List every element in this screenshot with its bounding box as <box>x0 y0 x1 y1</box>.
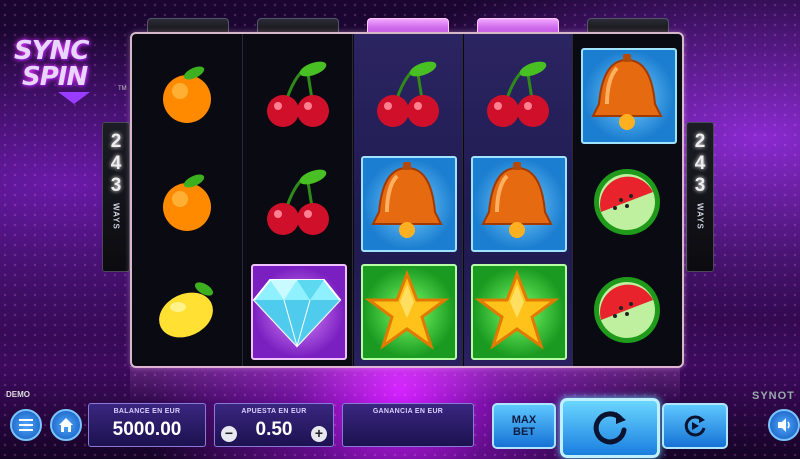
reel-cell <box>574 40 680 148</box>
watermelon-icon <box>594 169 660 235</box>
menu-button[interactable] <box>10 409 42 441</box>
home-icon <box>59 418 73 432</box>
reel-cell <box>354 40 460 148</box>
reel-cell <box>244 40 350 148</box>
balance-caption: BALANCE EN EUR <box>113 408 181 415</box>
reel-cell <box>134 148 240 256</box>
spin-icon <box>593 411 627 445</box>
reel-frame <box>130 32 684 368</box>
reel-cell <box>134 40 240 148</box>
speaker-icon <box>778 418 790 432</box>
star-icon <box>475 270 559 350</box>
logo-line-2: SPIN <box>22 62 88 92</box>
reel-cell <box>134 256 240 364</box>
spin-button[interactable] <box>560 398 660 458</box>
bet-caption: APUESTA EN EUR <box>241 408 307 415</box>
reel-2 <box>244 34 353 366</box>
max-bet-label-1: MAX <box>511 414 537 426</box>
reel-cell <box>574 256 680 364</box>
reel-cell <box>354 148 460 256</box>
balance-value: 5000.00 <box>112 419 182 440</box>
reel-cell <box>574 148 680 256</box>
cherry-icon <box>267 169 329 235</box>
reel-5 <box>574 34 682 366</box>
home-button[interactable] <box>50 409 82 441</box>
win-panel: GANANCIA EN EUR <box>342 403 474 447</box>
orange-icon <box>163 66 211 123</box>
cherry-icon <box>267 61 329 127</box>
provider-logo: SYNOT <box>752 390 795 402</box>
win-caption: GANANCIA EN EUR <box>372 408 444 415</box>
max-bet-label-2: BET <box>513 426 535 438</box>
autoplay-button[interactable] <box>662 403 728 449</box>
balance-panel: BALANCE EN EUR 5000.00 <box>88 403 206 447</box>
cherry-icon <box>377 61 439 127</box>
reel-cell <box>464 148 570 256</box>
bell-icon <box>481 162 553 238</box>
logo-line-1: SYNC <box>14 36 89 66</box>
bell-icon <box>591 54 663 130</box>
sound-button[interactable] <box>768 409 800 441</box>
ways-panel-right: 243 WAYS <box>686 122 714 272</box>
reel-cell <box>464 40 570 148</box>
watermelon-icon <box>594 277 660 343</box>
diamond-icon <box>252 279 342 348</box>
reel-cell <box>244 148 350 256</box>
reel-3 <box>354 34 463 366</box>
reel-cell <box>354 256 460 364</box>
ways-count: 243 <box>694 131 706 196</box>
lemon-icon <box>159 282 214 338</box>
bet-increase-button[interactable]: + <box>311 426 327 442</box>
menu-icon <box>19 419 33 431</box>
bet-panel: APUESTA EN EUR 0.50 − + <box>214 403 334 447</box>
reel-1 <box>134 34 243 366</box>
ways-panel-left: 243 WAYS <box>102 122 130 272</box>
bell-icon <box>371 162 443 238</box>
max-bet-button[interactable]: MAX BET <box>492 403 556 449</box>
cherry-icon <box>487 61 549 127</box>
reel-cell <box>464 256 570 364</box>
ways-count: 243 <box>110 131 122 196</box>
bet-decrease-button[interactable]: − <box>221 426 237 442</box>
ways-label: WAYS <box>695 203 705 230</box>
reel-tabs <box>0 18 800 34</box>
game-logo: SYNC SPIN <box>14 38 124 98</box>
reel-4 <box>464 34 573 366</box>
autoplay-icon <box>684 415 706 437</box>
demo-label: DEMO <box>6 390 30 399</box>
reel-cell <box>244 256 350 364</box>
star-icon <box>365 270 449 350</box>
logo-trademark: TM <box>118 86 127 92</box>
ways-label: WAYS <box>111 203 121 230</box>
logo-triangle <box>58 92 90 104</box>
orange-icon <box>163 174 211 231</box>
